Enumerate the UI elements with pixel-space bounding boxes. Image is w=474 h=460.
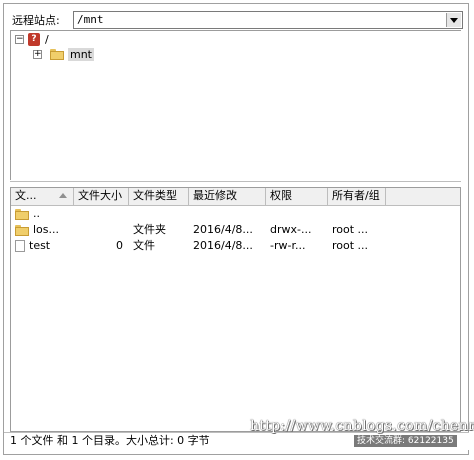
remote-file-list[interactable]: 文... 文件大小 文件类型 最近修改 权限 所有者/组 .. los... 文…: [10, 187, 461, 432]
status-text: 1 个文件 和 1 个目录。大小总计: 0 字节: [10, 434, 210, 447]
dropdown-button[interactable]: [446, 13, 461, 27]
remote-site-bar: 远程站点: /mnt: [4, 9, 466, 31]
column-header-owner[interactable]: 所有者/组: [328, 188, 386, 205]
file-type: [129, 206, 189, 222]
remote-directory-tree[interactable]: − ? / + mnt: [10, 30, 461, 180]
remote-path-combobox[interactable]: /mnt: [73, 11, 463, 29]
file-row-parent[interactable]: ..: [11, 206, 460, 222]
tree-node-root[interactable]: − ? /: [15, 31, 49, 47]
unknown-drive-icon: ?: [28, 32, 40, 46]
expand-icon[interactable]: +: [33, 49, 42, 59]
file-modified: 2016/4/8...: [193, 223, 253, 236]
watermark-url: http://www.cnblogs.com/chenmh: [250, 418, 474, 434]
pane-splitter[interactable]: [10, 181, 461, 182]
file-permissions: drwx-...: [270, 223, 312, 236]
tree-node-label: mnt: [68, 47, 94, 61]
folder-icon: [15, 208, 29, 220]
file-owner: root ...: [332, 223, 369, 236]
tree-node-label: /: [45, 32, 49, 46]
file-owner: [328, 206, 386, 222]
file-name: los...: [33, 223, 60, 236]
file-modified: [189, 206, 266, 222]
file-modified: 2016/4/8...: [193, 239, 253, 252]
file-permissions: -rw-r...: [270, 239, 306, 252]
file-type: 文件夹: [133, 223, 166, 236]
collapse-icon[interactable]: −: [15, 34, 24, 44]
file-icon: [15, 240, 25, 252]
file-owner: root ...: [332, 239, 369, 252]
file-name: ..: [33, 207, 40, 220]
sort-ascending-icon: [59, 193, 67, 198]
file-size: [74, 206, 129, 222]
column-header-modified[interactable]: 最近修改: [189, 188, 266, 205]
remote-site-label: 远程站点:: [12, 14, 60, 27]
chevron-down-icon: [450, 17, 458, 23]
file-name: test: [29, 239, 51, 252]
column-header-filetype[interactable]: 文件类型: [129, 188, 189, 205]
tree-node-mnt[interactable]: + mnt: [33, 46, 94, 62]
remote-path-value: /mnt: [77, 13, 104, 26]
file-size: [74, 222, 129, 238]
file-list-header: 文... 文件大小 文件类型 最近修改 权限 所有者/组: [11, 188, 460, 206]
file-type: 文件: [133, 239, 155, 252]
file-permissions: [266, 206, 328, 222]
watermark-group: 技术交流群: 62122135: [354, 435, 457, 447]
file-row-file[interactable]: test 0 文件 2016/4/8... -rw-r... root ...: [11, 238, 460, 254]
column-header-filename[interactable]: 文...: [11, 188, 74, 205]
column-header-filesize[interactable]: 文件大小: [74, 188, 129, 205]
column-header-permissions[interactable]: 权限: [266, 188, 328, 205]
file-row-directory[interactable]: los... 文件夹 2016/4/8... drwx-... root ...: [11, 222, 460, 238]
file-size: 0: [116, 239, 123, 252]
folder-icon: [15, 224, 29, 236]
folder-icon: [50, 48, 64, 60]
